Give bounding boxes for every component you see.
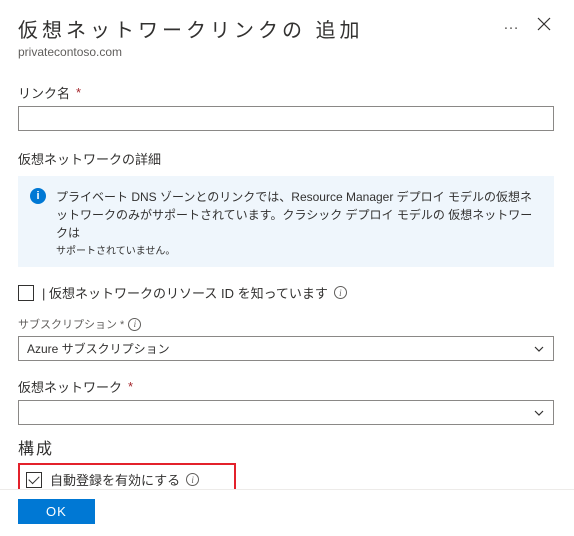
subscription-selected-value: Azure サブスクリプション [27, 340, 170, 357]
vnet-details-heading: 仮想ネットワークの詳細 [18, 149, 556, 168]
ok-button[interactable]: OK [18, 499, 95, 524]
know-resource-id-help-icon[interactable]: i [334, 286, 347, 299]
required-indicator: * [76, 85, 81, 100]
vnet-select[interactable] [18, 400, 554, 425]
auto-register-label: 自動登録を有効にする [50, 470, 180, 489]
vnet-label: 仮想ネットワーク [18, 377, 122, 396]
config-heading: 構成 [18, 435, 556, 459]
link-name-label: リンク名 [18, 83, 70, 102]
link-name-input[interactable] [18, 106, 554, 131]
info-icon: i [30, 188, 46, 204]
page-subtitle: privatecontoso.com [18, 45, 556, 59]
subscription-help-icon[interactable]: i [128, 318, 141, 331]
vnet-info-banner: i プライベート DNS ゾーンとのリンクでは、Resource Manager… [18, 176, 554, 267]
close-icon [536, 16, 552, 32]
footer-bar: OK [0, 489, 574, 536]
close-button[interactable] [532, 14, 556, 34]
page-title: 仮想ネットワークリンクの 追加 [18, 14, 503, 43]
required-indicator: * [128, 379, 133, 394]
subscription-select[interactable]: Azure サブスクリプション [18, 336, 554, 361]
know-resource-id-label: | 仮想ネットワークのリソース ID を知っています [42, 283, 328, 302]
auto-register-checkbox[interactable] [26, 472, 42, 488]
know-resource-id-checkbox[interactable] [18, 285, 34, 301]
chevron-down-icon [533, 343, 545, 355]
more-menu-button[interactable]: … [503, 14, 520, 36]
chevron-down-icon [533, 407, 545, 419]
subscription-label: サブスクリプション * [18, 316, 124, 332]
info-text-sub: サポートされていません。 [56, 242, 542, 257]
info-text-main: プライベート DNS ゾーンとのリンクでは、Resource Manager デ… [56, 188, 542, 242]
auto-register-help-icon[interactable]: i [186, 473, 199, 486]
